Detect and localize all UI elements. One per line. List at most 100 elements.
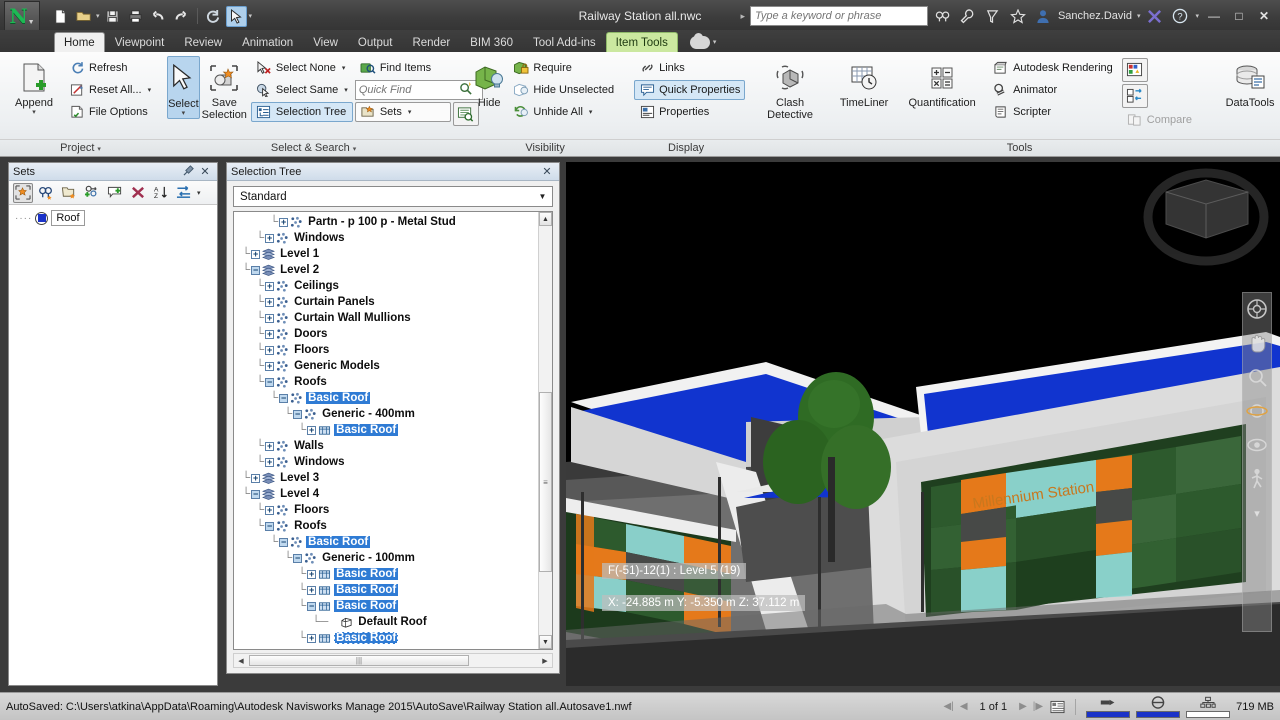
- collapse-node-icon[interactable]: −: [293, 553, 303, 563]
- expand-node-icon[interactable]: +: [251, 249, 261, 259]
- collapse-node-icon[interactable]: −: [251, 489, 261, 499]
- chevron-down-icon[interactable]: ▾: [182, 110, 186, 118]
- wrench-icon[interactable]: [958, 6, 978, 26]
- expand-node-icon[interactable]: +: [265, 345, 275, 355]
- tree-node[interactable]: └ − Level 4: [234, 486, 538, 502]
- collapse-node-icon[interactable]: −: [279, 537, 289, 547]
- user-name-label[interactable]: Sanchez.David: [1058, 10, 1132, 22]
- require-button[interactable]: Require: [508, 58, 619, 78]
- select-button[interactable]: Select ▾: [167, 56, 200, 119]
- expand-node-icon[interactable]: +: [307, 569, 317, 579]
- expand-node-icon[interactable]: +: [265, 281, 275, 291]
- panel-title-select-search[interactable]: Select & Search ▾: [161, 139, 467, 156]
- collapse-node-icon[interactable]: −: [293, 409, 303, 419]
- tab-animation[interactable]: Animation: [232, 32, 303, 52]
- expand-node-icon[interactable]: +: [265, 457, 275, 467]
- tree-node[interactable]: └ − Basic Roof: [234, 534, 538, 550]
- tab-view[interactable]: View: [303, 32, 348, 52]
- subscription-icon[interactable]: [983, 6, 1003, 26]
- animator-button[interactable]: Animator: [988, 80, 1118, 100]
- auto-hide-pin-icon[interactable]: [181, 164, 197, 179]
- tree-node[interactable]: └ + Level 1: [234, 246, 538, 262]
- tree-node[interactable]: └─ Default Roof: [234, 614, 538, 630]
- collapse-node-icon[interactable]: −: [251, 265, 261, 275]
- collapse-node-icon[interactable]: −: [307, 601, 317, 611]
- expand-node-icon[interactable]: +: [307, 633, 317, 643]
- sort-button[interactable]: AZ: [151, 183, 171, 203]
- chevron-down-icon[interactable]: ▾: [344, 86, 348, 94]
- zoom-icon[interactable]: [1245, 365, 1269, 389]
- expand-node-icon[interactable]: +: [265, 441, 275, 451]
- look-around-icon[interactable]: [1245, 433, 1269, 457]
- unhide-all-button[interactable]: Unhide All ▾: [508, 102, 619, 122]
- close-icon[interactable]: ✕: [539, 165, 555, 178]
- expand-node-icon[interactable]: +: [265, 329, 275, 339]
- tree-node[interactable]: └ + Windows: [234, 230, 538, 246]
- chevron-down-icon[interactable]: ▾: [1245, 501, 1269, 525]
- chevron-down-icon[interactable]: ▾: [713, 38, 717, 46]
- tab-tool-addins[interactable]: Tool Add-ins: [523, 32, 606, 52]
- close-button[interactable]: ✕: [1254, 9, 1274, 23]
- open-file-button[interactable]: [73, 6, 94, 27]
- timeliner-button[interactable]: TimeLiner: [828, 56, 900, 109]
- tree-node[interactable]: └ + Generic Models: [234, 358, 538, 374]
- chevron-down-icon[interactable]: ▾: [589, 108, 593, 116]
- tree-horizontal-scrollbar[interactable]: ◀ ||| ▶: [233, 653, 553, 668]
- sets-button[interactable]: Sets ▾: [354, 102, 451, 122]
- tab-output[interactable]: Output: [348, 32, 403, 52]
- tree-node[interactable]: └ + Basic Roof: [234, 422, 538, 438]
- tree-node[interactable]: └ + Basic Roof: [234, 630, 538, 646]
- tab-viewpoint[interactable]: Viewpoint: [105, 32, 175, 52]
- quick-find-input[interactable]: [358, 84, 459, 96]
- scrollbar-thumb[interactable]: ≡: [539, 392, 552, 572]
- last-page-button[interactable]: |▶: [1033, 701, 1043, 712]
- save-selection-set-button[interactable]: [13, 182, 33, 203]
- tab-home[interactable]: Home: [54, 32, 105, 52]
- infocenter-search[interactable]: [749, 6, 928, 26]
- expand-node-icon[interactable]: +: [265, 233, 275, 243]
- redo-button[interactable]: [171, 6, 192, 27]
- tree-node[interactable]: └ − Basic Roof: [234, 598, 538, 614]
- tab-item-tools[interactable]: Item Tools: [605, 32, 678, 52]
- tree-node[interactable]: └ + Partn - p 100 p - Metal Stud: [234, 214, 538, 230]
- chevron-down-icon[interactable]: ▾: [408, 108, 412, 116]
- select-cursor-button[interactable]: [225, 5, 247, 27]
- sets-list[interactable]: ···· Roof: [9, 205, 217, 685]
- scroll-right-button[interactable]: ▶: [538, 654, 552, 667]
- exchange-apps-icon[interactable]: [1145, 6, 1165, 26]
- datatools-button[interactable]: DataTools: [1214, 56, 1280, 109]
- application-menu-button[interactable]: N ▼: [4, 1, 40, 31]
- favorites-star-icon[interactable]: [1008, 6, 1028, 26]
- tree-node[interactable]: └ − Generic - 100mm: [234, 550, 538, 566]
- chevron-down-icon[interactable]: ▾: [148, 86, 152, 94]
- expand-node-icon[interactable]: +: [265, 297, 275, 307]
- save-search-set-button[interactable]: [36, 183, 56, 203]
- scroll-up-button[interactable]: ▲: [539, 212, 552, 226]
- chevron-down-icon[interactable]: ▾: [96, 12, 100, 20]
- chevron-down-icon[interactable]: ▾: [249, 12, 253, 20]
- select-none-button[interactable]: Select None ▾: [251, 58, 353, 78]
- walk-icon[interactable]: [1245, 467, 1269, 491]
- new-folder-button[interactable]: [59, 183, 79, 203]
- autodesk-rendering-button[interactable]: Autodesk Rendering: [988, 58, 1118, 78]
- tree-node[interactable]: └ + Level 3: [234, 470, 538, 486]
- quick-find-field[interactable]: [354, 80, 483, 100]
- tree-node[interactable]: └ − Level 2: [234, 262, 538, 278]
- links-button[interactable]: Links: [634, 58, 745, 78]
- save-file-button[interactable]: [102, 6, 123, 27]
- expand-node-icon[interactable]: +: [265, 361, 275, 371]
- new-file-button[interactable]: [50, 6, 71, 27]
- tree-node[interactable]: └ − Generic - 400mm: [234, 406, 538, 422]
- maximize-button[interactable]: □: [1229, 9, 1249, 23]
- chevron-down-icon[interactable]: ▾: [32, 109, 36, 117]
- file-options-button[interactable]: File Options: [64, 102, 156, 122]
- tab-render[interactable]: Render: [402, 32, 460, 52]
- add-copy-button[interactable]: [82, 183, 102, 203]
- tree-node[interactable]: └ − Roofs: [234, 518, 538, 534]
- selection-tree-list[interactable]: └ + Partn - p 100 p - Metal Stud └ + Windows └…: [233, 211, 553, 650]
- find-items-button[interactable]: Find Items: [355, 58, 483, 78]
- search-input[interactable]: [754, 10, 923, 22]
- expand-node-icon[interactable]: +: [251, 473, 261, 483]
- batch-utility-button[interactable]: [1121, 84, 1148, 108]
- append-button[interactable]: Append ▾: [6, 56, 62, 117]
